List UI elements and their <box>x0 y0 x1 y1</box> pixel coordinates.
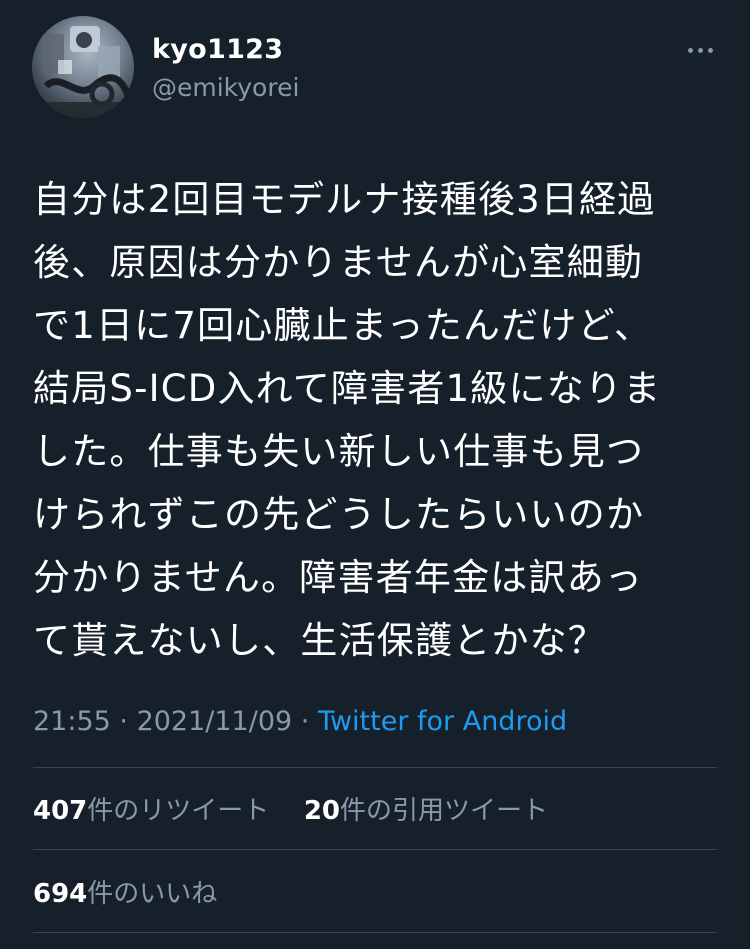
retweet-quote-stats: 407件のリツイート 20件の引用ツイート <box>33 790 548 827</box>
more-horizontal-icon <box>687 47 713 53</box>
tweet-source-link[interactable]: Twitter for Android <box>318 706 567 737</box>
tweet-text-line: 自分は2回目モデルナ接種後3日経過 <box>33 178 656 221</box>
tweet-text-line: 分かりません。障害者年金は訳あっ <box>33 556 644 599</box>
user-handle[interactable]: @emikyorei <box>152 73 299 102</box>
meta-separator: · <box>292 706 318 737</box>
tweet-text-line: て貰えないし、生活保護とかな？ <box>33 619 606 662</box>
tweet-time[interactable]: 21:55 <box>33 706 111 737</box>
avatar[interactable] <box>32 16 134 118</box>
tweet-text-line: で1日に7回心臓止まったんだけど、 <box>33 304 653 347</box>
tweet-detail: kyo1123 @emikyorei 自分は2回目モデルナ接種後3日経過 後、原… <box>0 0 750 949</box>
quotes-label: 件の引用ツイート <box>340 796 549 826</box>
likes-stat[interactable]: 694件のいいね <box>33 879 217 909</box>
retweets-label: 件のリツイート <box>87 796 270 826</box>
divider <box>33 932 717 933</box>
tweet-metadata: 21:55 · 2021/11/09 · Twitter for Android <box>33 706 567 737</box>
tweet-text-line: した。仕事も失い新しい仕事も見つ <box>33 430 645 473</box>
avatar-photo-icon <box>32 26 134 118</box>
quotes-stat[interactable]: 20件の引用ツイート <box>304 796 548 826</box>
more-options-button[interactable] <box>680 36 720 64</box>
quotes-count: 20 <box>303 796 341 826</box>
retweets-stat[interactable]: 407件のリツイート <box>33 796 269 826</box>
likes-count: 694 <box>33 879 88 909</box>
tweet-date[interactable]: 2021/11/09 <box>137 706 293 737</box>
tweet-text: 自分は2回目モデルナ接種後3日経過 後、原因は分かりませんが心室細動 で1日に7… <box>33 168 723 672</box>
meta-separator: · <box>110 706 137 737</box>
display-name[interactable]: kyo1123 <box>152 34 283 65</box>
retweets-count: 407 <box>33 796 88 826</box>
likes-label: 件のいいね <box>87 879 218 909</box>
tweet-text-line: 結局S-ICD入れて障害者1級になりま <box>33 367 662 410</box>
tweet-text-line: けられずこの先どうしたらいいのか <box>33 493 645 536</box>
tweet-text-line: 後、原因は分かりませんが心室細動 <box>33 241 644 284</box>
divider <box>33 849 717 850</box>
divider <box>33 767 717 768</box>
likes-stats: 694件のいいね <box>33 873 217 910</box>
